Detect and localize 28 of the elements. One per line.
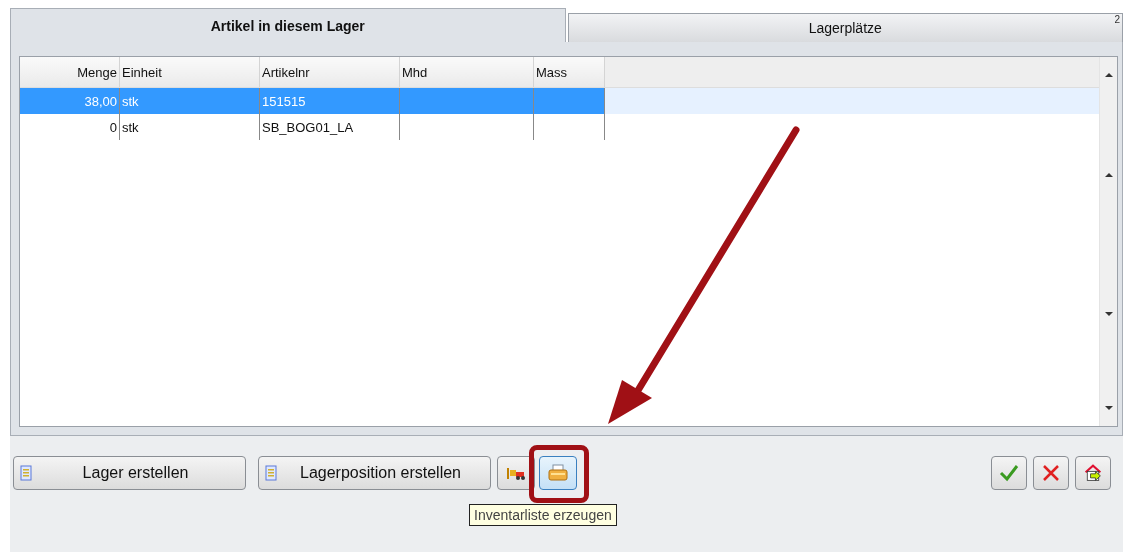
table-cell: stk xyxy=(122,119,139,135)
table-cell: stk xyxy=(122,93,139,109)
toolbar-button[interactable] xyxy=(539,456,577,490)
column-header[interactable]: Menge xyxy=(20,57,120,88)
scrollbar[interactable] xyxy=(1099,57,1117,426)
column-header[interactable]: Mhd xyxy=(399,57,534,88)
table-cell: 0 xyxy=(109,119,117,135)
ok-button[interactable] xyxy=(991,456,1027,490)
house-arrow-icon xyxy=(1083,464,1103,482)
document-icon xyxy=(265,465,277,481)
toolbar-button[interactable]: Lagerposition erstellen xyxy=(258,456,491,490)
checkmark-icon xyxy=(999,464,1019,482)
tab-count: 2 xyxy=(1114,14,1120,25)
document-icon xyxy=(20,465,32,481)
column-header[interactable]: Einheit xyxy=(119,57,260,88)
column-header[interactable]: Mass xyxy=(533,57,605,88)
close-icon xyxy=(1041,464,1061,482)
table-cell: 38,00 xyxy=(84,93,117,109)
table-cell: SB_BOG01_LA xyxy=(262,119,354,135)
column-header[interactable]: Artikelnr xyxy=(259,57,400,88)
cancel-button[interactable] xyxy=(1033,456,1069,490)
tooltip: Inventarliste erzeugen xyxy=(469,504,617,526)
printer-icon xyxy=(548,464,568,482)
toolbar-button[interactable]: Lager erstellen xyxy=(13,456,246,490)
table-cell: 151515 xyxy=(262,93,306,109)
tab[interactable]: Artikel in diesem Lager xyxy=(10,8,566,42)
table-row[interactable]: 0 stk SB_BOG01_LA xyxy=(20,114,1099,140)
exit-button[interactable] xyxy=(1075,456,1111,490)
